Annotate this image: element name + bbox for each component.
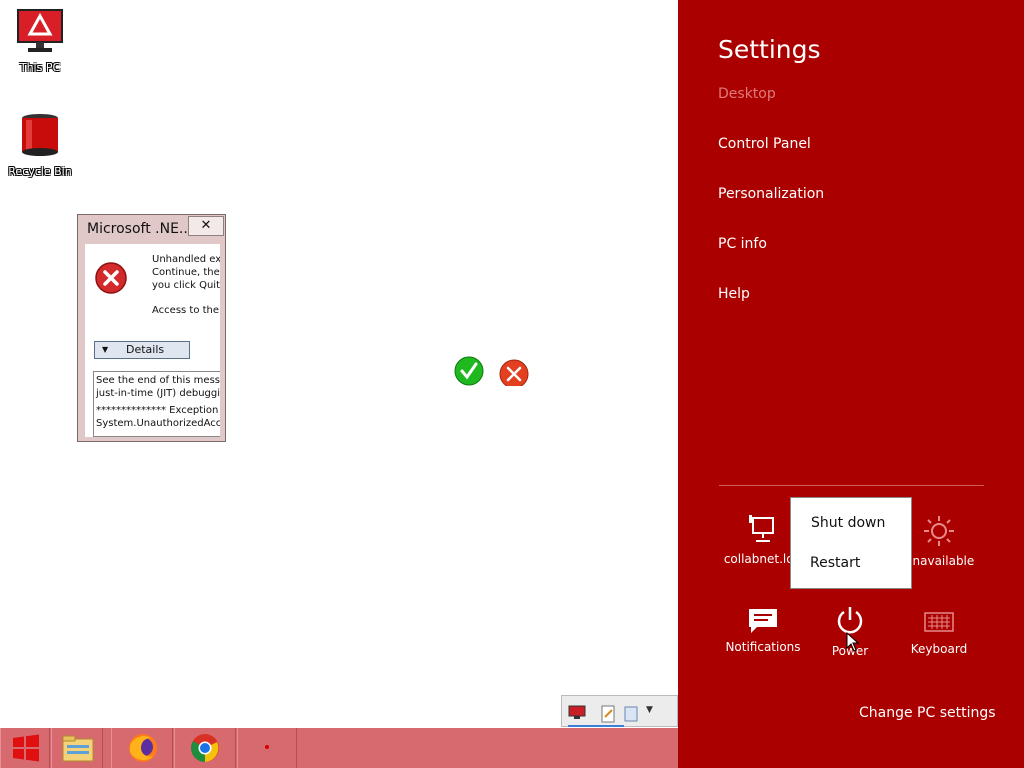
notepad-icon	[601, 705, 615, 723]
firefox-button[interactable]	[111, 728, 173, 768]
settings-link-personalization[interactable]: Personalization	[718, 186, 824, 202]
settings-link-help[interactable]: Help	[718, 286, 750, 302]
settings-charm: Settings Desktop Control Panel Personali…	[678, 0, 1024, 768]
desktop-icon-label: Recycle Bin	[8, 165, 72, 178]
desktop-icon-label: This PC	[19, 61, 61, 74]
keyboard-tile-label: Keyboard	[910, 642, 968, 656]
start-button[interactable]	[0, 728, 50, 768]
dialog-message-line: Unhandled exc	[152, 254, 220, 265]
file-explorer-button[interactable]	[51, 728, 103, 768]
details-label: Details	[126, 343, 165, 356]
notifications-tile[interactable]: Notifications	[719, 608, 807, 654]
tray-overflow[interactable]: ▼	[561, 695, 678, 727]
dialog-close-button[interactable]: ✕	[188, 216, 224, 236]
windows-logo-icon	[13, 734, 39, 762]
notifications-icon	[749, 609, 777, 633]
taskbar	[0, 728, 678, 768]
settings-divider	[719, 485, 984, 486]
change-pc-settings-link[interactable]: Change PC settings	[859, 705, 996, 721]
details-line: ************** Exception Tex	[96, 405, 220, 416]
app-icon	[624, 706, 638, 722]
dialog-message-line: Continue, the a	[152, 267, 220, 278]
keyboard-tile[interactable]: Keyboard	[895, 612, 983, 656]
details-line: See the end of this messag	[96, 375, 220, 386]
check-icon	[454, 356, 484, 386]
power-menu: Shut down Restart	[790, 497, 912, 589]
network-icon	[749, 515, 774, 542]
dialog-message-line: you click Quit,	[152, 280, 220, 291]
settings-link-desktop: Desktop	[718, 86, 776, 102]
settings-title: Settings	[718, 35, 821, 64]
mouse-cursor-icon	[846, 632, 860, 652]
monitor-icon	[568, 705, 586, 719]
shut-down-option[interactable]: Shut down	[811, 515, 885, 531]
keyboard-icon	[924, 612, 954, 632]
settings-link-control-panel[interactable]: Control Panel	[718, 136, 811, 152]
power-icon	[837, 607, 863, 634]
dialog-body: Unhandled exc Continue, the a you click …	[85, 244, 220, 437]
settings-link-pc-info[interactable]: PC info	[718, 236, 767, 252]
chevron-down-icon: ▼	[102, 345, 109, 354]
restart-option[interactable]: Restart	[810, 555, 860, 571]
dialog-message: Unhandled exc Continue, the a you click …	[152, 253, 220, 292]
desktop-icon-this-pc[interactable]: This PC	[0, 8, 80, 74]
firefox-icon	[129, 734, 157, 762]
error-icon	[95, 262, 127, 294]
error-dialog: Microsoft .NE... ✕ Unhandled exc Continu…	[77, 214, 226, 442]
details-line: just-in-time (JIT) debugging	[96, 388, 220, 399]
brightness-icon	[924, 516, 954, 546]
chrome-button[interactable]	[174, 728, 236, 768]
app-dot-icon	[265, 745, 269, 749]
chevron-down-icon[interactable]: ▼	[646, 705, 653, 715]
folder-icon	[62, 735, 94, 762]
monitor-icon	[17, 9, 63, 52]
details-textbox[interactable]: See the end of this messag just-in-time …	[93, 371, 220, 437]
details-button[interactable]: ▼ Details	[94, 341, 190, 359]
recycle-bin-icon	[22, 114, 58, 156]
notifications-tile-label: Notifications	[725, 640, 801, 654]
details-line: System.UnauthorizedAcce	[96, 418, 220, 429]
chrome-icon	[191, 734, 219, 762]
dialog-title: Microsoft .NE...	[87, 221, 193, 237]
error-x-icon	[499, 359, 529, 386]
app-button[interactable]	[237, 728, 297, 768]
desktop-icon-recycle-bin[interactable]: Recycle Bin	[0, 112, 80, 178]
dialog-message-2: Access to the	[152, 305, 220, 316]
tray-underline	[568, 725, 624, 727]
